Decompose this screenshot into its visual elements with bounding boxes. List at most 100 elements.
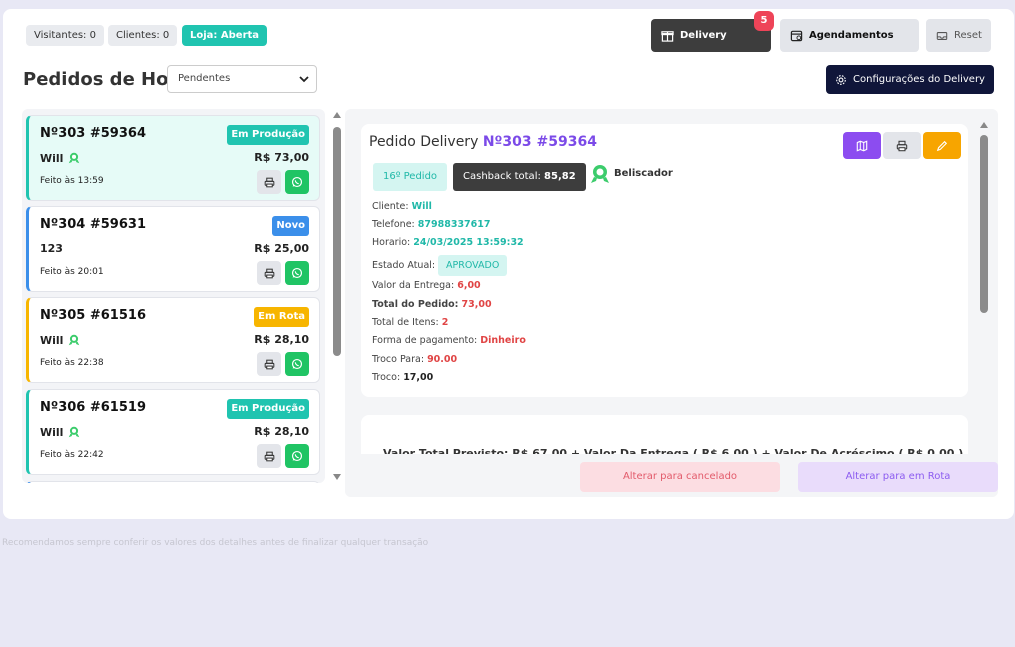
detail-scroll-up-icon <box>980 122 988 128</box>
print-button[interactable] <box>257 170 281 194</box>
status-filter-select[interactable]: Pendentes <box>167 65 317 93</box>
whatsapp-button[interactable] <box>285 444 309 468</box>
order-client-name: Will <box>40 151 64 165</box>
order-detail-number: Nº303 #59364 <box>482 134 597 150</box>
order-time: Feito às 22:38 <box>40 358 104 368</box>
print-button[interactable] <box>257 352 281 376</box>
order-card[interactable]: Nº303 #59364 Em Produção Will R$ 73,00 Feito… <box>26 115 320 201</box>
delivery-count-badge: 5 <box>754 11 774 31</box>
order-client: Will <box>40 151 81 165</box>
order-card[interactable]: Nº305 #61516 Em Rota Will R$ 28,10 Feito às … <box>26 297 320 383</box>
state-badge: APROVADO <box>438 255 508 276</box>
delivery-fee-label: Valor da Entrega: <box>372 280 455 291</box>
printer-icon <box>264 451 274 461</box>
order-status-badge: Novo <box>272 216 309 236</box>
cashback-chip: Cashback total: 85,82 <box>453 163 586 191</box>
award-icon <box>69 152 80 164</box>
order-number: Nº305 #61516 <box>40 308 146 323</box>
inbox-icon <box>936 31 948 40</box>
order-price: R$ 28,10 <box>254 333 309 346</box>
change-value: 17,00 <box>403 372 434 383</box>
order-detail-title: Pedido Delivery Nº303 #59364 <box>369 134 597 150</box>
detail-scrollbar-thumb[interactable] <box>980 135 988 313</box>
whatsapp-icon <box>291 267 303 279</box>
printer-icon <box>264 359 274 369</box>
print-order-button[interactable] <box>883 132 921 159</box>
items-label: Total de Itens: <box>372 317 439 328</box>
order-card[interactable]: Nº306 #61519 Em Produção Will R$ 28,10 Feito… <box>26 389 320 475</box>
delivery-button[interactable]: Delivery <box>651 19 771 52</box>
schedules-button-label: Agendamentos <box>809 30 894 41</box>
edit-order-button[interactable] <box>923 132 961 159</box>
order-price: R$ 28,10 <box>254 425 309 438</box>
orders-list: Nº303 #59364 Em Produção Will R$ 73,00 Feito… <box>22 109 325 483</box>
print-button[interactable] <box>257 261 281 285</box>
store-status-badge: Loja: Aberta <box>182 25 268 46</box>
cancel-order-button[interactable]: Alterar para cancelado <box>580 462 780 492</box>
total-label: Total do Pedido: <box>372 299 459 310</box>
orders-scrollbar[interactable] <box>331 111 343 483</box>
printer-icon <box>896 140 908 151</box>
scroll-up-icon <box>333 112 341 118</box>
schedules-button[interactable]: Agendamentos <box>780 19 919 52</box>
delivery-settings-button[interactable]: Configurações do Delivery <box>826 65 994 94</box>
delivery-fee-value: 6,00 <box>457 280 481 291</box>
gift-icon <box>661 31 674 42</box>
printer-icon <box>264 177 274 187</box>
cashback-label: Cashback total: <box>463 171 541 182</box>
order-price: R$ 25,00 <box>254 242 309 255</box>
phone-label: Telefone: <box>372 219 415 230</box>
award-icon <box>69 334 80 346</box>
delivery-settings-label: Configurações do Delivery <box>853 74 985 85</box>
order-time: Feito às 20:01 <box>40 267 104 277</box>
change-for-label: Troco Para: <box>372 354 425 365</box>
order-client-name: 123 <box>40 242 63 255</box>
map-icon <box>856 139 868 152</box>
time-label: Horario: <box>372 237 411 248</box>
order-card-partial[interactable] <box>26 481 320 483</box>
customer-level: Beliscador <box>614 168 673 179</box>
change-for-value: 90.00 <box>427 354 458 365</box>
orders-scrollbar-thumb[interactable] <box>333 127 341 356</box>
time-value: 24/03/2025 13:59:32 <box>413 237 524 248</box>
page-title: Pedidos de Hoje <box>23 69 187 90</box>
reset-button-label: Reset <box>954 30 982 41</box>
whatsapp-button[interactable] <box>285 352 309 376</box>
client-label: Cliente: <box>372 201 409 212</box>
order-client: Will <box>40 425 81 439</box>
visitors-badge: Visitantes: 0 <box>26 25 104 46</box>
detail-scrollbar[interactable] <box>978 121 990 313</box>
reset-button[interactable]: Reset <box>926 19 991 52</box>
clients-badge: Clientes: 0 <box>108 25 178 46</box>
status-filter-value: Pendentes <box>178 73 231 84</box>
pencil-icon <box>936 140 948 151</box>
whatsapp-button[interactable] <box>285 170 309 194</box>
gear-icon <box>836 74 846 85</box>
order-client-name: Will <box>40 333 64 347</box>
set-route-button[interactable]: Alterar para em Rota <box>798 462 998 492</box>
print-button[interactable] <box>257 444 281 468</box>
map-button[interactable] <box>843 132 881 159</box>
delivery-button-label: Delivery <box>680 30 727 41</box>
whatsapp-icon <box>291 176 303 188</box>
order-detail-card: Pedido Delivery Nº303 #59364 16º Pedido … <box>361 124 968 397</box>
calendar-icon <box>790 30 803 42</box>
whatsapp-button[interactable] <box>285 261 309 285</box>
order-card[interactable]: Nº304 #59631 Novo 123 R$ 25,00 Feito às 20:0… <box>26 206 320 292</box>
order-number: Nº306 #61519 <box>40 400 146 415</box>
state-label: Estado Atual: <box>372 260 436 271</box>
phone-value: 87988337617 <box>417 219 491 230</box>
badge-award-icon <box>591 165 609 183</box>
order-status-badge: Em Produção <box>227 125 309 145</box>
payment-value: Dinheiro <box>480 335 526 346</box>
order-status-badge: Em Rota <box>254 307 309 327</box>
order-client-name: Will <box>40 425 64 439</box>
printer-icon <box>264 268 274 278</box>
items-value: 2 <box>441 317 449 328</box>
order-number: Nº303 #59364 <box>40 126 146 141</box>
total-value: 73,00 <box>461 299 492 310</box>
whatsapp-icon <box>291 450 303 462</box>
order-price: R$ 73,00 <box>254 151 309 164</box>
payment-label: Forma de pagamento: <box>372 335 478 346</box>
cashback-value: 85,82 <box>544 171 576 182</box>
